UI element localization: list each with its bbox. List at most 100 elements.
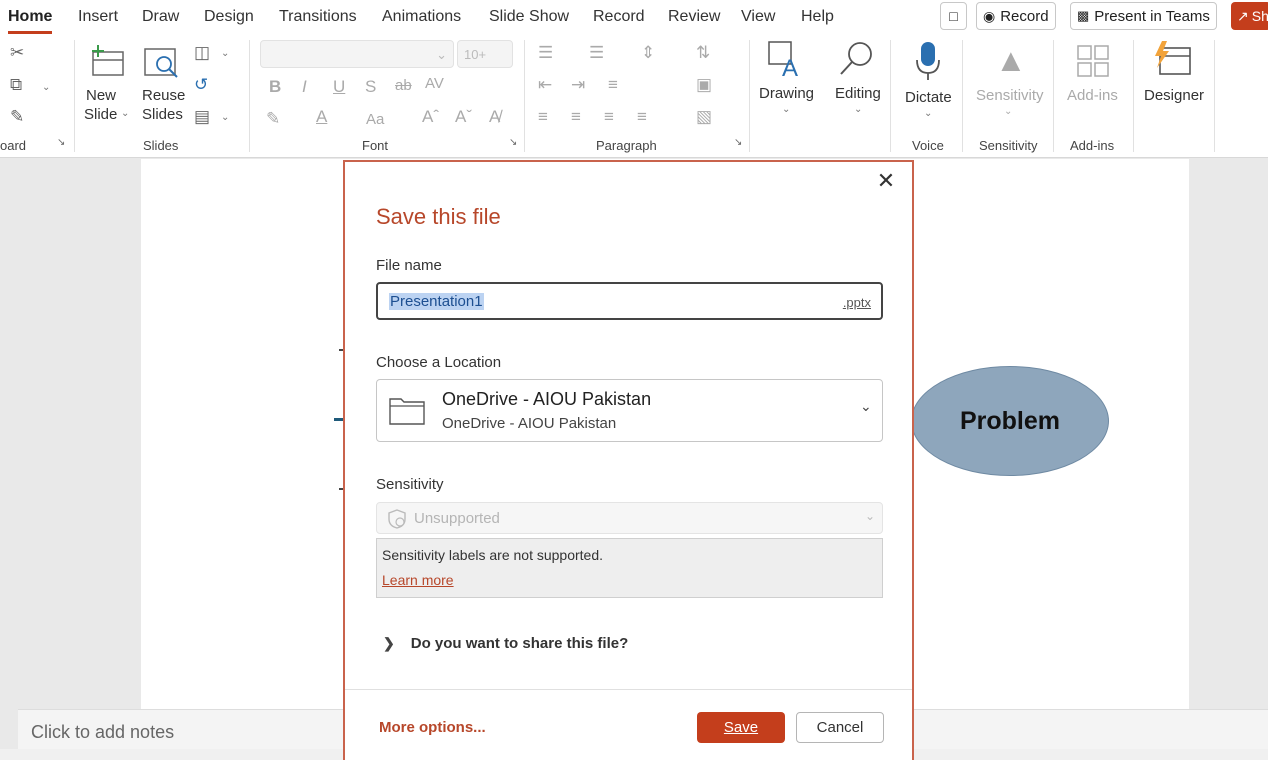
strikethrough-icon[interactable]: ab xyxy=(395,78,412,93)
clear-formatting-icon[interactable]: A̸ xyxy=(489,108,500,125)
decrease-font-icon[interactable]: Aˇ xyxy=(455,108,472,125)
drawing-icon: A xyxy=(768,41,798,80)
location-label: Choose a Location xyxy=(376,354,502,371)
footer-divider xyxy=(345,689,912,690)
chevron-down-icon: ⌄ xyxy=(121,108,130,119)
group-separator xyxy=(1133,40,1134,152)
character-spacing-icon[interactable]: AV xyxy=(425,76,444,91)
menu-bar: Home Insert Draw Design Transitions Anim… xyxy=(0,0,1268,34)
tab-review[interactable]: Review xyxy=(668,8,720,26)
increase-font-icon[interactable]: Aˆ xyxy=(422,108,439,125)
copy-icon[interactable]: ⧉ xyxy=(10,76,22,93)
justify-icon[interactable]: ≡ xyxy=(637,108,647,125)
group-separator xyxy=(249,40,250,152)
record-button[interactable]: ◉ Record xyxy=(976,2,1056,30)
tab-draw[interactable]: Draw xyxy=(142,8,179,26)
font-color-icon[interactable]: A xyxy=(316,108,327,125)
file-extension: .pptx xyxy=(842,295,871,310)
decrease-indent-icon[interactable]: ⇤ xyxy=(538,76,552,93)
file-name-value: Presentation1 xyxy=(389,293,484,310)
chevron-down-icon: ⌄ xyxy=(924,108,933,119)
tab-help[interactable]: Help xyxy=(801,8,834,26)
search-icon xyxy=(840,42,872,75)
tab-animations[interactable]: Animations xyxy=(382,8,461,26)
learn-more-link[interactable]: Learn more xyxy=(382,572,454,588)
problem-shape[interactable]: Problem xyxy=(911,366,1109,476)
italic-icon[interactable]: I xyxy=(302,78,307,95)
chevron-down-icon: ⌄ xyxy=(854,104,863,115)
present-in-teams-button[interactable]: ▩ Present in Teams xyxy=(1070,2,1217,30)
format-painter-icon[interactable]: ✎ xyxy=(10,108,24,125)
sensitivity-select[interactable]: Unsupported ⌄ xyxy=(376,502,883,534)
microphone-icon xyxy=(916,42,940,80)
dialog-launcher-icon[interactable]: ↘ xyxy=(509,138,517,148)
sensitivity-info-box: Sensitivity labels are not supported. Le… xyxy=(376,538,883,598)
bullets-icon[interactable]: ☰ xyxy=(538,44,553,61)
clipboard-group-label: oard xyxy=(0,138,27,153)
text-direction-icon[interactable]: ⇅ xyxy=(696,44,710,61)
slides-group-label: Slides xyxy=(143,138,179,153)
share-expander[interactable]: ❯ Do you want to share this file? xyxy=(383,635,628,652)
close-button[interactable]: ✕ xyxy=(875,170,897,192)
group-separator xyxy=(74,40,75,152)
addins-group-label: Add-ins xyxy=(1070,138,1115,153)
cut-icon[interactable]: ✂ xyxy=(10,44,24,61)
section-icon[interactable]: ▤ xyxy=(194,108,210,125)
sensitivity-label: Sensitivity xyxy=(376,476,444,493)
chevron-down-icon: ⌄ xyxy=(860,398,872,414)
dialog-launcher-icon[interactable]: ↘ xyxy=(57,138,65,148)
dialog-launcher-icon[interactable]: ↘ xyxy=(734,138,742,148)
change-case-icon[interactable]: Aa xyxy=(366,112,384,127)
chevron-down-icon[interactable]: ⌄ xyxy=(221,112,229,123)
tab-home[interactable]: Home xyxy=(8,8,53,34)
sensitivity-value: Unsupported xyxy=(414,510,500,527)
sensitivity-message: Sensitivity labels are not supported. xyxy=(382,547,604,563)
save-button-label: Save xyxy=(723,719,759,736)
numbering-icon[interactable]: ☰ xyxy=(589,44,604,61)
file-name-input[interactable]: Presentation1 .pptx xyxy=(376,282,883,320)
notes-placeholder: Click to add notes xyxy=(31,722,175,742)
line-spacing-icon[interactable]: ⇕ xyxy=(641,44,655,61)
save-dialog: ✕ Save this file File name Presentation1… xyxy=(343,160,914,760)
tab-record[interactable]: Record xyxy=(593,8,645,26)
font-family-select[interactable]: ⌄ xyxy=(260,40,454,68)
paragraph-group-label: Paragraph xyxy=(596,138,657,153)
close-icon: ✕ xyxy=(876,168,896,193)
underline-icon[interactable]: U xyxy=(333,78,345,95)
sensitivity-group-label: Sensitivity xyxy=(979,138,1038,153)
align-text-icon[interactable]: ▣ xyxy=(696,76,712,93)
save-button[interactable]: Save xyxy=(697,712,785,743)
share-icon: ↗ xyxy=(1237,7,1249,24)
chevron-down-icon[interactable]: ⌄ xyxy=(221,48,229,59)
file-name-label: File name xyxy=(376,257,442,274)
tab-slide-show[interactable]: Slide Show xyxy=(489,8,569,26)
increase-indent-icon[interactable]: ⇥ xyxy=(571,76,585,93)
reuse-slides-icon xyxy=(144,48,178,78)
group-separator xyxy=(749,40,750,152)
columns-icon[interactable]: ≡ xyxy=(608,76,618,93)
align-left-icon[interactable]: ≡ xyxy=(538,108,548,125)
align-center-icon[interactable]: ≡ xyxy=(571,108,581,125)
layout-icon[interactable]: ◫ xyxy=(194,44,210,61)
bold-icon[interactable]: B xyxy=(269,78,281,95)
share-button[interactable]: ↗ Sh xyxy=(1231,2,1268,30)
font-size-select[interactable]: 10+ xyxy=(457,40,513,68)
shadow-icon[interactable]: S xyxy=(365,78,376,95)
cancel-button[interactable]: Cancel xyxy=(796,712,884,743)
tab-view[interactable]: View xyxy=(741,8,775,26)
location-select[interactable]: OneDrive - AIOU Pakistan OneDrive - AIOU… xyxy=(376,379,883,442)
tab-transitions[interactable]: Transitions xyxy=(279,8,357,26)
more-options-link[interactable]: More options... xyxy=(379,719,486,736)
comments-button[interactable]: □ xyxy=(940,2,967,30)
location-subtitle: OneDrive - AIOU Pakistan xyxy=(442,415,617,432)
align-right-icon[interactable]: ≡ xyxy=(604,108,614,125)
highlight-icon[interactable]: ✎ xyxy=(266,110,280,127)
reset-icon[interactable]: ↺ xyxy=(194,76,208,93)
record-icon: ◉ xyxy=(983,7,996,24)
group-separator xyxy=(1053,40,1054,152)
tab-design[interactable]: Design xyxy=(204,8,254,26)
tab-insert[interactable]: Insert xyxy=(78,8,118,26)
smartart-icon[interactable]: ▧ xyxy=(696,108,712,125)
location-title: OneDrive - AIOU Pakistan xyxy=(442,389,652,409)
chevron-down-icon[interactable]: ⌄ xyxy=(42,82,50,93)
